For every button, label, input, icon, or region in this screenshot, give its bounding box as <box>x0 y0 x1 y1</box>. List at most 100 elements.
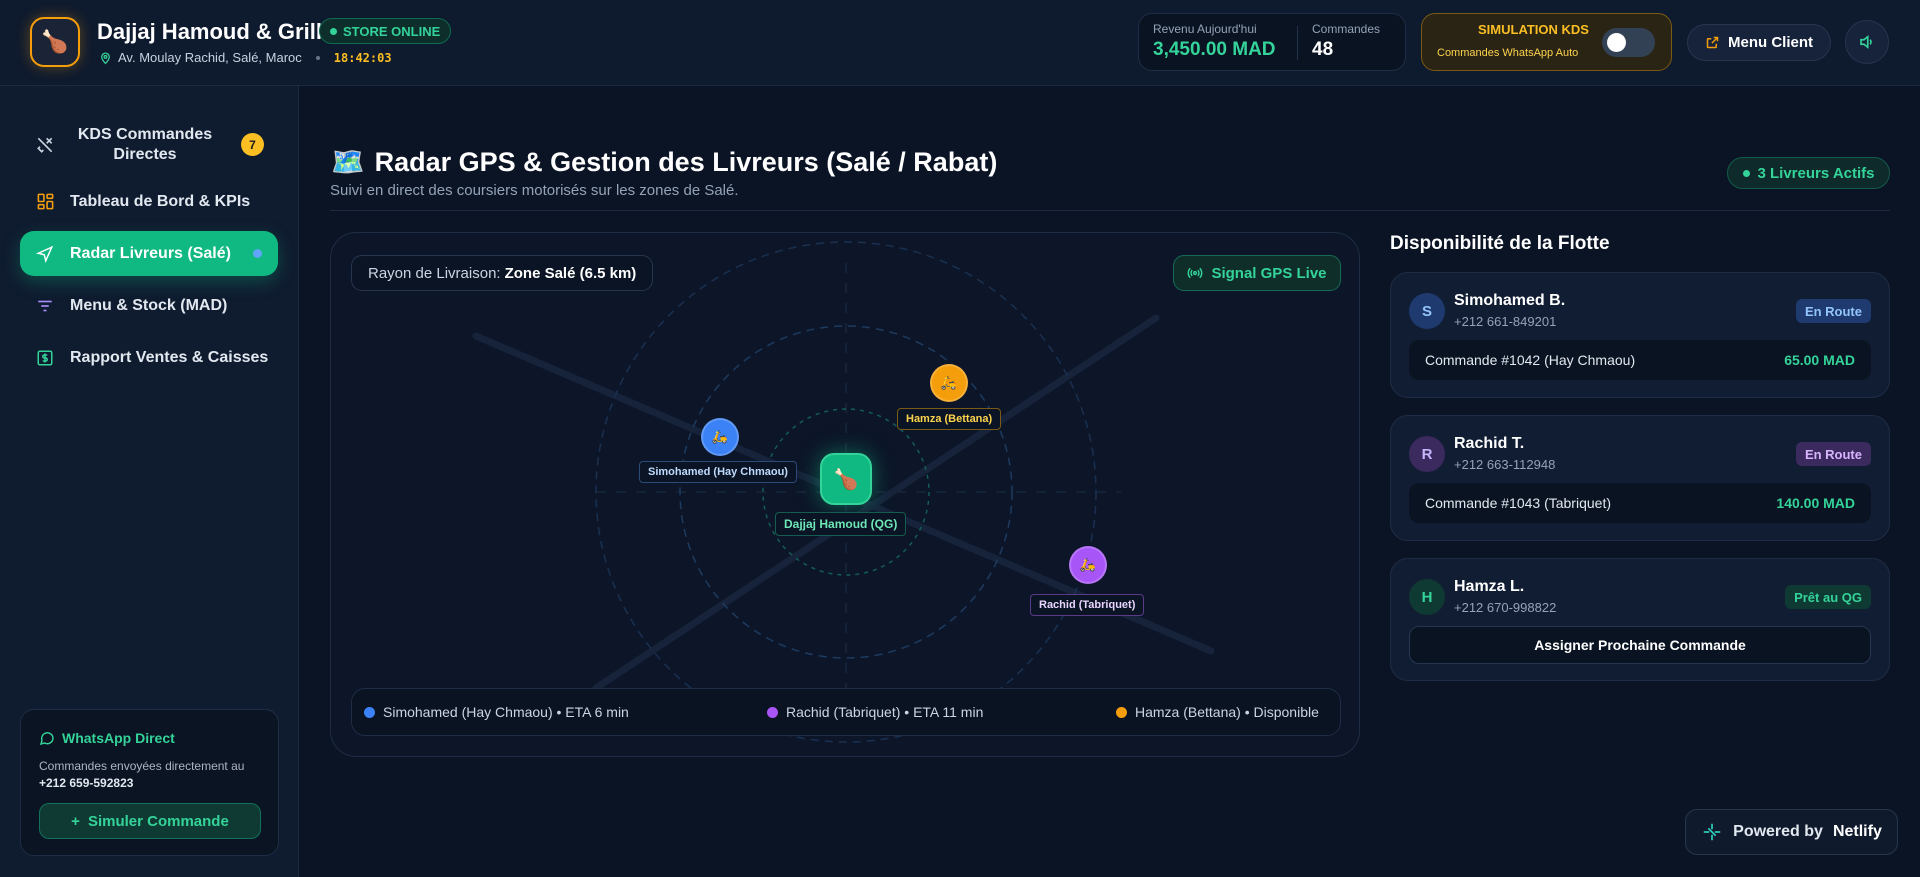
sidebar-item-menu[interactable]: Menu & Stock (MAD) <box>20 283 278 328</box>
order-amount: 65.00 MAD <box>1784 352 1855 368</box>
map-legend: Simohamed (Hay Chmaou) • ETA 6 min Rachi… <box>351 688 1341 736</box>
driver-label-hamza: Hamza (Bettana) <box>897 408 1002 430</box>
orders-label: Commandes <box>1312 22 1381 36</box>
whatsapp-phone: +212 659-592823 <box>39 776 134 790</box>
driver-name: Rachid T. <box>1454 435 1525 452</box>
driver-marker-simohamed[interactable]: 🛵 <box>701 418 739 456</box>
separator-dot <box>315 55 320 60</box>
page-title: 🗺️ Radar GPS & Gestion des Livreurs (Sal… <box>331 146 997 178</box>
legend-item: Simohamed (Hay Chmaou) • ETA 6 min <box>364 704 629 720</box>
gps-signal-label: Signal GPS Live <box>1211 264 1327 282</box>
avatar: S <box>1409 293 1445 329</box>
store-status-badge: STORE ONLINE <box>319 18 452 44</box>
gps-signal-badge: Signal GPS Live <box>1173 255 1341 291</box>
scooter-icon: 🛵 <box>711 429 729 444</box>
legend-dot <box>364 706 375 718</box>
driver-card-rachid: R Rachid T. +212 663-112948 En Route Com… <box>1390 415 1890 541</box>
scooter-icon: 🛵 <box>940 375 958 390</box>
driver-label-simohamed: Simohamed (Hay Chmaou) <box>639 461 797 483</box>
utensils-icon <box>20 135 70 155</box>
plus-icon: + <box>71 812 80 830</box>
order-amount: 140.00 MAD <box>1776 495 1855 511</box>
order-label: Commande #1043 (Tabriquet) <box>1425 495 1611 511</box>
sidebar-item-reports[interactable]: Rapport Ventes & Caisses <box>20 335 278 380</box>
kds-simulation-panel: SIMULATION KDS Commandes WhatsApp Auto <box>1421 13 1672 71</box>
menu-client-label: Menu Client <box>1728 34 1813 51</box>
driver-phone: +212 663-112948 <box>1454 457 1556 472</box>
navigation-icon <box>20 245 70 263</box>
active-drivers-label: 3 Livreurs Actifs <box>1757 164 1875 182</box>
toggle-knob <box>1607 33 1626 52</box>
sidebar-item-label: Radar Livreurs (Salé) <box>70 244 231 262</box>
whatsapp-title: WhatsApp Direct <box>39 730 175 746</box>
orders-stat: Commandes 48 <box>1312 22 1380 61</box>
order-row[interactable]: Commande #1042 (Hay Chmaou) 65.00 MAD <box>1409 340 1871 380</box>
grid-icon <box>20 192 70 211</box>
revenue-value: 3,450.00 MAD <box>1153 39 1276 60</box>
radius-label: Rayon de Livraison: <box>368 264 501 282</box>
address-text: Av. Moulay Rachid, Salé, Maroc <box>118 50 302 65</box>
powered-by-netlify-badge[interactable]: Powered by Netlify <box>1685 809 1898 855</box>
avatar: R <box>1409 436 1445 472</box>
menu-client-button[interactable]: Menu Client <box>1687 24 1831 61</box>
sidebar-item-kds[interactable]: KDS Commandes Directes 7 <box>20 114 278 176</box>
driver-marker-rachid[interactable]: 🛵 <box>1069 546 1107 584</box>
legend-text: Rachid (Tabriquet) • ETA 11 min <box>786 704 984 720</box>
order-row[interactable]: Commande #1043 (Tabriquet) 140.00 MAD <box>1409 483 1871 523</box>
whatsapp-text: Commandes envoyées directement au <box>39 759 245 773</box>
driver-name: Hamza L. <box>1454 578 1525 595</box>
driver-phone: +212 661-849201 <box>1454 314 1557 329</box>
store-status-label: STORE ONLINE <box>343 23 441 39</box>
title-divider <box>330 210 1890 211</box>
store-address: Av. Moulay Rachid, Salé, Maroc 18:42:03 <box>99 50 392 65</box>
scooter-icon: 🛵 <box>1079 557 1097 572</box>
store-name: Dajjaj Hamoud & Grill <box>97 19 322 44</box>
speaker-icon <box>1860 35 1872 49</box>
hq-label: Dajjaj Hamoud (QG) <box>775 512 907 536</box>
legend-dot <box>767 706 778 718</box>
map-icon: 🗺️ <box>331 147 365 177</box>
status-badge: En Route <box>1795 442 1871 466</box>
driver-phone: +212 670-998822 <box>1454 600 1557 615</box>
page-subtitle: Suivi en direct des coursiers motorisés … <box>330 182 739 199</box>
whatsapp-description: Commandes envoyées directement au +212 6… <box>39 758 269 792</box>
sidebar-item-label: KDS Commandes Directes <box>77 126 213 163</box>
legend-text: Hamza (Bettana) • Disponible <box>1135 704 1319 720</box>
signal-icon <box>1188 267 1203 279</box>
legend-dot <box>1116 706 1127 718</box>
online-dot-icon <box>330 27 337 35</box>
top-header: 🍗 Dajjaj Hamoud & Grill STORE ONLINE Av.… <box>0 0 1920 86</box>
status-badge: En Route <box>1795 299 1871 323</box>
gps-radar-map[interactable]: Rayon de Livraison: Zone Salé (6.5 km) S… <box>330 232 1360 757</box>
simulate-order-label: Simuler Commande <box>87 812 229 830</box>
chat-bubble-icon <box>39 732 54 746</box>
revenue-stat: Revenu Aujourd'hui 3,450.00 MAD <box>1153 22 1276 61</box>
stats-divider <box>1297 26 1298 60</box>
driver-marker-hamza[interactable]: 🛵 <box>930 364 968 402</box>
hq-marker[interactable]: 🍗 <box>820 453 872 505</box>
simulation-toggle[interactable] <box>1602 28 1655 57</box>
page-title-text: Radar GPS & Gestion des Livreurs (Salé /… <box>374 146 998 177</box>
delivery-radius-label: Rayon de Livraison: Zone Salé (6.5 km) <box>351 255 654 291</box>
active-dot-icon <box>1742 169 1750 177</box>
fleet-title: Disponibilité de la Flotte <box>1390 233 1610 254</box>
order-label: Commande #1042 (Hay Chmaou) <box>1425 352 1636 368</box>
sidebar-item-label: Rapport Ventes & Caisses <box>70 348 269 366</box>
driver-card-hamza: H Hamza L. +212 670-998822 Prêt au QG As… <box>1390 558 1890 681</box>
live-clock: 18:42:03 <box>333 50 392 65</box>
radius-value: Zone Salé (6.5 km) <box>504 264 637 282</box>
sound-toggle-button[interactable] <box>1845 20 1889 64</box>
driver-name: Simohamed B. <box>1454 292 1566 309</box>
powered-prefix: Powered by <box>1733 823 1823 840</box>
whatsapp-title-label: WhatsApp Direct <box>62 730 175 746</box>
revenue-label: Revenu Aujourd'hui <box>1153 22 1257 36</box>
sidebar-item-dashboard[interactable]: Tableau de Bord & KPIs <box>20 179 278 224</box>
assign-next-order-button[interactable]: Assigner Prochaine Commande <box>1409 626 1871 664</box>
sidebar-item-label: Tableau de Bord & KPIs <box>70 192 251 210</box>
sidebar: KDS Commandes Directes 7 Tableau de Bord… <box>0 86 299 877</box>
sidebar-item-radar[interactable]: Radar Livreurs (Salé) <box>20 231 278 276</box>
external-link-icon <box>1706 36 1719 49</box>
simulate-order-button[interactable]: + Simuler Commande <box>39 803 261 839</box>
filter-icon <box>20 297 70 315</box>
netlify-icon <box>1703 823 1721 841</box>
